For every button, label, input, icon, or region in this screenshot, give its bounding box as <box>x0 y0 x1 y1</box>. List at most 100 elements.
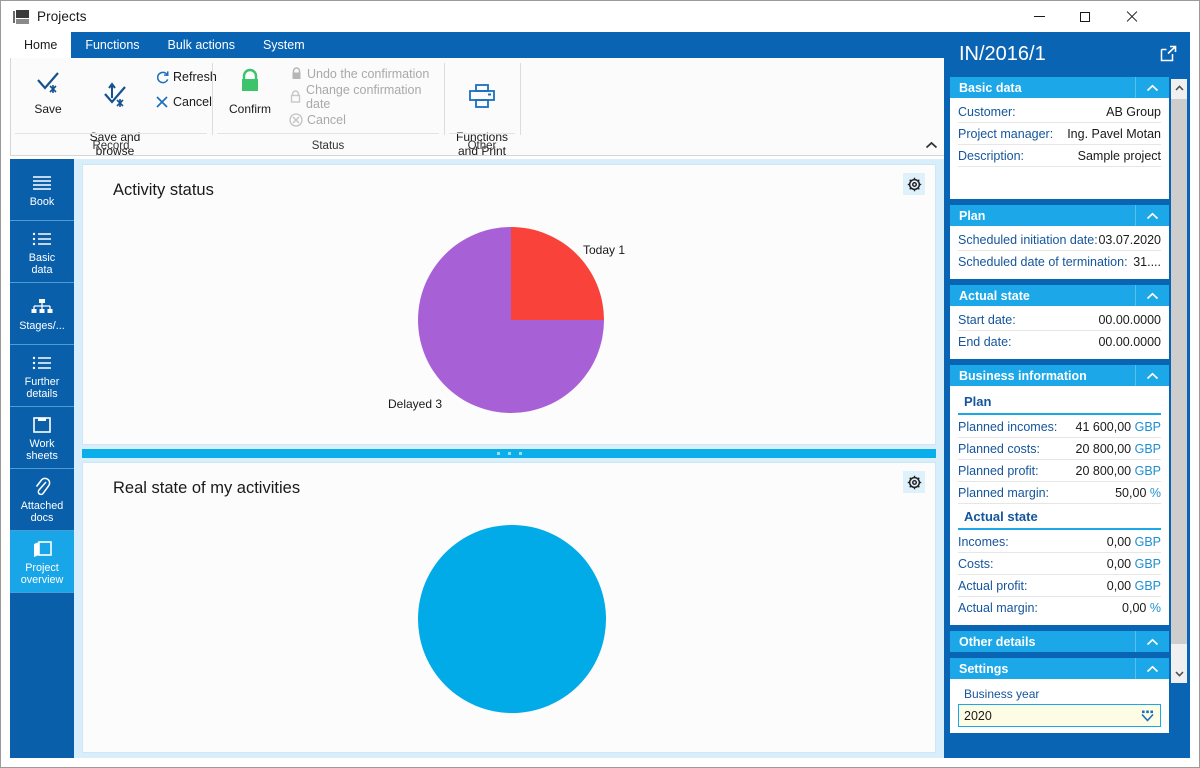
row-currency: GBP <box>1134 556 1161 571</box>
list-lines-icon <box>31 172 53 194</box>
sidebar-item-further-details[interactable]: Further details <box>10 345 74 407</box>
detail-row: Planned profit: 20 800,00 GBP <box>958 460 1161 482</box>
business-year-label: Business year <box>964 687 1040 701</box>
detail-row: Incomes: 0,00 GBP <box>958 531 1161 553</box>
section-header-basic-data[interactable]: Basic data <box>950 77 1169 98</box>
sidebar-item-attached-docs[interactable]: Attached docs <box>10 469 74 531</box>
window-title: Projects <box>37 9 87 24</box>
chevron-up-icon[interactable] <box>1135 205 1169 226</box>
sidebar-item-work-sheets[interactable]: Work sheets <box>10 407 74 469</box>
bullet-list-icon <box>31 352 53 374</box>
printer-icon <box>450 76 514 116</box>
chevron-up-icon[interactable] <box>1135 365 1169 386</box>
section-settings: Settings Business year 2020 <box>950 658 1169 733</box>
row-key: Scheduled initiation date: <box>958 232 1098 247</box>
business-year-input[interactable]: 2020 <box>958 704 1161 727</box>
ribbon-group-other-label: Other <box>467 140 497 152</box>
cancel-status-button[interactable]: Cancel <box>285 109 346 131</box>
detail-row: Customer: AB Group <box>958 101 1161 123</box>
sidebar-item-attached-docs-label: Attached docs <box>20 499 64 524</box>
row-value: Ing. Pavel Motan <box>1067 126 1161 141</box>
section-header-business-information[interactable]: Business information <box>950 365 1169 386</box>
save-button[interactable]: Save <box>16 62 80 116</box>
row-amount: 20 800,00 <box>1075 463 1132 478</box>
section-header-actual-state[interactable]: Actual state <box>950 285 1169 306</box>
section-basic-data: Basic data Customer: AB Group Project ma… <box>950 77 1169 199</box>
row-amount: 50,00 <box>1115 485 1147 500</box>
row-amount: 41 600,00 <box>1075 419 1132 434</box>
sidebar-item-project-overview[interactable]: Project overview <box>10 531 74 593</box>
settings-gear-icon-2[interactable] <box>903 471 925 493</box>
bullet-list-icon <box>31 228 53 250</box>
row-value: 03.07.2020 <box>1098 232 1161 247</box>
pie-chart-activity-status <box>418 227 604 413</box>
ribbon-tab-strip: Home Functions Bulk actions System <box>10 32 946 58</box>
sidebar-item-book[interactable]: Book <box>10 159 74 221</box>
cancel-status-label: Cancel <box>307 113 346 127</box>
confirm-button[interactable]: Confirm <box>218 62 282 116</box>
sidebar-item-further-details-label: Further details <box>24 375 60 400</box>
section-header-plan[interactable]: Plan <box>950 205 1169 226</box>
sidebar-item-book-label: Book <box>29 195 55 208</box>
chevron-up-icon[interactable] <box>1135 631 1169 652</box>
scroll-up-arrow-icon[interactable] <box>1171 79 1187 97</box>
save-and-browse-button[interactable]: Save and browse <box>83 62 147 172</box>
detail-row: Costs: 0,00 GBP <box>958 553 1161 575</box>
detail-row: Scheduled date of termination: 31.... <box>958 251 1161 273</box>
section-business-information: Business information Plan Planned income… <box>950 365 1169 625</box>
subsection-actual-state-label: Actual state <box>958 504 1161 530</box>
tab-functions[interactable]: Functions <box>71 32 153 58</box>
cancel-x-icon <box>151 95 173 109</box>
chevron-down-icon[interactable] <box>1138 707 1156 725</box>
row-currency: GBP <box>1134 534 1161 549</box>
save-label: Save <box>34 102 62 116</box>
cancel-circle-icon <box>285 113 307 127</box>
maximize-button[interactable] <box>1062 1 1108 32</box>
open-in-new-window-icon[interactable] <box>1160 45 1177 62</box>
detail-row: Planned costs: 20 800,00 GBP <box>958 438 1161 460</box>
right-panel-scrollbar[interactable] <box>1171 79 1187 683</box>
tab-bulk-actions[interactable]: Bulk actions <box>154 32 249 58</box>
sidebar-item-basic-data[interactable]: Basic data <box>10 221 74 283</box>
settings-gear-icon[interactable] <box>903 173 925 195</box>
row-currency: % <box>1149 601 1161 615</box>
row-value: Sample project <box>1077 148 1161 163</box>
box-icon <box>32 414 52 436</box>
row-currency: GBP <box>1134 463 1161 478</box>
refresh-button[interactable]: Refresh <box>151 66 217 88</box>
change-confirmation-date-button[interactable]: Change confirmation date <box>285 83 443 111</box>
lock-small-icon <box>285 67 307 81</box>
row-key: Costs: <box>958 556 994 571</box>
row-amount: 0,00 <box>1106 578 1132 593</box>
sidebar-item-basic-data-label: Basic data <box>28 251 56 276</box>
cancel-record-button[interactable]: Cancel <box>151 91 212 113</box>
functions-and-print-button[interactable]: Functions and Print <box>450 62 514 172</box>
panel-splitter[interactable] <box>82 449 936 458</box>
section-title-actual-state: Actual state <box>959 288 1030 303</box>
scroll-down-arrow-icon[interactable] <box>1171 665 1187 683</box>
row-value: AB Group <box>1106 104 1161 119</box>
close-button[interactable] <box>1108 1 1154 32</box>
ribbon-collapse-button[interactable] <box>923 137 939 153</box>
chart-title-real-state: Real state of my activities <box>113 479 301 497</box>
detail-row: Project manager: Ing. Pavel Motan <box>958 123 1161 145</box>
minimize-button[interactable] <box>1016 1 1062 32</box>
row-key: Actual margin: <box>958 601 1038 615</box>
chevron-up-icon[interactable] <box>1135 658 1169 679</box>
tab-system[interactable]: System <box>249 32 319 58</box>
row-key: Description: <box>958 148 1024 163</box>
row-key: Customer: <box>958 104 1016 119</box>
section-header-settings[interactable]: Settings <box>950 658 1169 679</box>
chevron-up-icon[interactable] <box>1135 77 1169 98</box>
tab-home[interactable]: Home <box>10 32 72 58</box>
row-value: 0,00 % <box>1122 601 1161 615</box>
row-value: 50,00 % <box>1115 486 1161 500</box>
project-code: IN/2016/1 <box>959 42 1046 65</box>
undo-confirmation-button[interactable]: Undo the confirmation <box>285 63 429 85</box>
section-body-basic-data: Customer: AB Group Project manager: Ing.… <box>950 98 1169 199</box>
chevron-up-icon[interactable] <box>1135 285 1169 306</box>
refresh-label: Refresh <box>173 70 217 84</box>
sidebar-item-stages[interactable]: Stages/... <box>10 283 74 345</box>
scrollbar-thumb[interactable] <box>1171 99 1187 644</box>
section-header-other-details[interactable]: Other details <box>950 631 1169 652</box>
